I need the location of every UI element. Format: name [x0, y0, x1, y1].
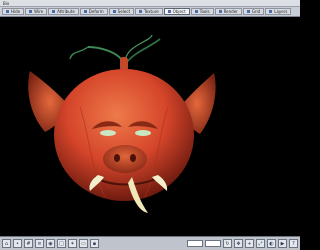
folder-icon[interactable]: ▭: [79, 239, 88, 248]
status-field[interactable]: [187, 240, 203, 247]
statusbar-right-tools: ↻ ✥ + ⤢ ◐ ▶?: [187, 239, 298, 248]
tab-label: Hide: [11, 9, 21, 14]
tab-label: Object: [172, 9, 186, 14]
tab-label: Render: [223, 9, 238, 14]
tab-icon: [52, 10, 56, 13]
tab-attribute[interactable]: Attribute: [48, 8, 79, 15]
tab-label: Wire: [34, 9, 44, 14]
light-icon[interactable]: ✶: [68, 239, 77, 248]
tab-wire[interactable]: Wire: [25, 8, 48, 15]
tab-icon: [6, 10, 9, 13]
tab-object[interactable]: Object: [163, 8, 190, 15]
tab-icon: [218, 10, 222, 13]
zoom-icon[interactable]: +: [245, 239, 254, 248]
layer-icon[interactable]: ≡: [35, 239, 44, 248]
statusbar-left-tools: ⌂ • # ≡ ◉ □ ✶ ▭ ▪: [2, 239, 99, 248]
view-icon[interactable]: ◐: [267, 239, 276, 248]
tab-label: Tools: [199, 9, 210, 14]
pumpkin-stem: [69, 34, 161, 71]
tab-label: Deform: [88, 9, 104, 14]
tab-texture[interactable]: Texture: [135, 8, 163, 15]
left-nostril: [114, 154, 120, 162]
status-bar: ⌂ • # ≡ ◉ □ ✶ ▭ ▪ ↻ ✥ + ⤢ ◐ ▶?: [0, 236, 300, 250]
left-eye: [100, 130, 116, 136]
right-nostril: [130, 154, 136, 162]
tab-deform[interactable]: Deform: [79, 8, 108, 15]
fit-icon[interactable]: ⤢: [256, 239, 265, 248]
tab-layers[interactable]: Layers: [265, 8, 292, 15]
tab-render[interactable]: Render: [214, 8, 242, 15]
tab-icon: [246, 10, 250, 13]
render-icon[interactable]: ▶: [278, 239, 287, 248]
move-icon[interactable]: ✥: [234, 239, 243, 248]
status-field[interactable]: [205, 240, 221, 247]
home-icon[interactable]: ⌂: [2, 239, 11, 248]
save-icon[interactable]: ▪: [90, 239, 99, 248]
viewport-canvas: [28, 34, 216, 213]
tab-icon: [29, 10, 33, 13]
tab-select[interactable]: Select: [108, 8, 135, 15]
tab-label: Texture: [144, 9, 159, 14]
pumpkin-head: [54, 69, 194, 201]
tab-label: Grid: [251, 9, 261, 14]
tab-label: Select: [117, 9, 131, 14]
grid-icon[interactable]: #: [24, 239, 33, 248]
tab-hide[interactable]: Hide: [2, 8, 25, 15]
help-icon[interactable]: ?: [289, 239, 298, 248]
rotate-icon[interactable]: ↻: [223, 239, 232, 248]
window-title: Bix: [3, 0, 10, 6]
tab-icon: [83, 10, 87, 13]
tab-icon: [167, 10, 171, 13]
tab-tools[interactable]: Tools: [190, 8, 214, 15]
tab-label: Attribute: [57, 9, 75, 14]
tab-label: Layers: [274, 9, 288, 14]
camera-icon[interactable]: ◉: [46, 239, 55, 248]
right-eye: [135, 130, 151, 136]
window-titlebar: Bix: [0, 0, 300, 7]
tab-icon: [269, 10, 273, 13]
menubar: Hide Wire Attribute Deform Select Texture Obje…: [0, 7, 300, 17]
box-icon[interactable]: □: [57, 239, 66, 248]
tab-icon: [194, 10, 198, 13]
tab-grid[interactable]: Grid: [242, 8, 265, 15]
tab-icon: [139, 10, 143, 13]
3d-viewport[interactable]: [0, 17, 300, 236]
tab-icon: [112, 10, 116, 13]
pin-icon[interactable]: •: [13, 239, 22, 248]
pig-snout: [103, 145, 147, 173]
